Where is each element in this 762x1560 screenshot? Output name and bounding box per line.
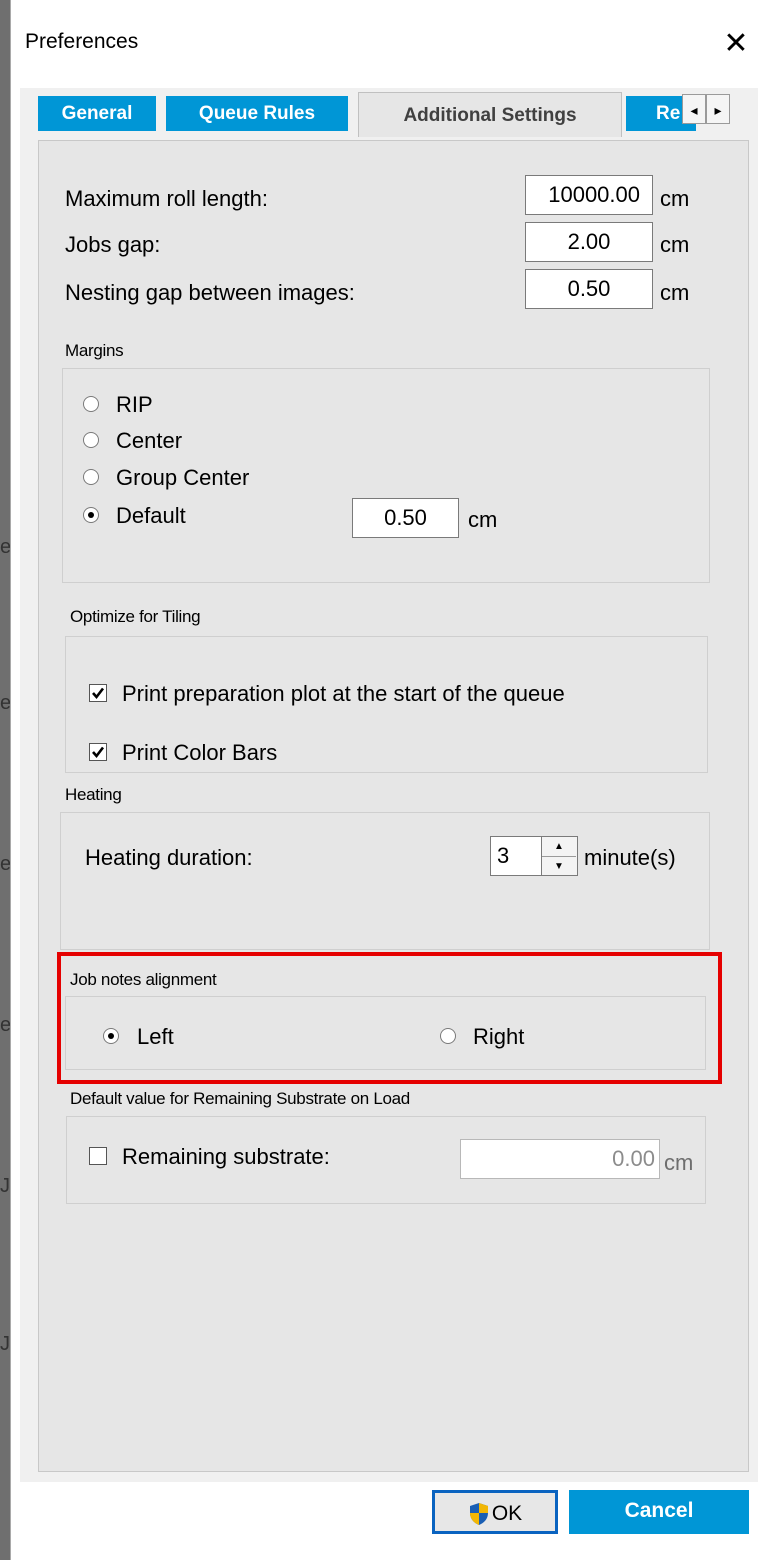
heating-group <box>60 812 710 950</box>
margins-default-radio[interactable] <box>83 507 99 523</box>
checkmark-icon <box>92 687 105 700</box>
nesting-gap-input[interactable]: 0.50 <box>525 269 653 309</box>
print-color-bars-label: Print Color Bars <box>122 740 278 765</box>
margins-rip-label: RIP <box>116 392 153 417</box>
heating-duration-label: Heating duration: <box>85 845 253 870</box>
close-icon: ✕ <box>723 27 749 60</box>
tab-general[interactable]: General <box>38 96 156 132</box>
nesting-gap-label: Nesting gap between images: <box>65 280 355 305</box>
tab-scroll-left-button[interactable]: ◂ <box>682 94 706 124</box>
margins-center-radio[interactable] <box>83 432 99 448</box>
jobs-gap-label: Jobs gap: <box>65 232 161 257</box>
ok-button-label: OK <box>491 1502 523 1525</box>
background-text: J <box>0 1333 10 1355</box>
jobs-gap-unit: cm <box>660 232 690 257</box>
max-roll-length-unit: cm <box>660 186 690 211</box>
heating-duration-unit: minute(s) <box>584 845 676 870</box>
remaining-substrate-unit: cm <box>664 1150 694 1175</box>
triangle-right-icon: ▸ <box>714 102 722 118</box>
remaining-substrate-group-title: Default value for Remaining Substrate on… <box>70 1089 410 1108</box>
dialog-title: Preferences <box>25 30 139 53</box>
shield-icon <box>469 1503 488 1526</box>
remaining-substrate-label: Remaining substrate: <box>122 1144 330 1169</box>
heating-duration-spinner: ▲ ▼ <box>542 836 578 876</box>
margins-default-label: Default <box>116 503 186 528</box>
max-roll-length-input[interactable]: 10000.00 <box>525 175 653 215</box>
margins-group-center-label: Group Center <box>116 465 250 490</box>
spin-down-button[interactable]: ▼ <box>542 857 576 876</box>
settings-area <box>38 140 749 1472</box>
margins-group-center-radio[interactable] <box>83 469 99 485</box>
close-button[interactable]: ✕ <box>718 26 754 62</box>
highlight-box <box>57 952 722 1084</box>
margins-default-unit: cm <box>468 507 498 532</box>
print-color-bars-checkbox[interactable] <box>89 743 107 761</box>
triangle-left-icon: ◂ <box>690 102 698 118</box>
margins-group-title: Margins <box>65 341 124 360</box>
tab-scroll-right-button[interactable]: ▸ <box>706 94 730 124</box>
print-preparation-plot-label: Print preparation plot at the start of t… <box>122 681 565 706</box>
heating-group-title: Heating <box>65 785 122 804</box>
nesting-gap-unit: cm <box>660 280 690 305</box>
max-roll-length-label: Maximum roll length: <box>65 186 268 211</box>
tiling-group-title: Optimize for Tiling <box>70 607 201 626</box>
ok-button[interactable]: OK <box>432 1490 558 1534</box>
background-window-edge <box>0 0 10 1560</box>
heating-duration-input[interactable]: 3 <box>490 836 542 876</box>
arrow-up-icon: ▲ <box>554 841 564 852</box>
print-preparation-plot-checkbox[interactable] <box>89 684 107 702</box>
remaining-substrate-checkbox[interactable] <box>89 1147 107 1165</box>
margins-rip-radio[interactable] <box>83 396 99 412</box>
background-text: J <box>0 1175 10 1197</box>
cancel-button[interactable]: Cancel <box>569 1490 749 1534</box>
spin-up-button[interactable]: ▲ <box>542 837 576 857</box>
tab-queue-rules[interactable]: Queue Rules <box>166 96 348 132</box>
tab-additional-settings[interactable]: Additional Settings <box>358 92 622 137</box>
remaining-substrate-input[interactable]: 0.00 <box>460 1139 660 1179</box>
jobs-gap-input[interactable]: 2.00 <box>525 222 653 262</box>
margins-default-input[interactable]: 0.50 <box>352 498 459 538</box>
margins-center-label: Center <box>116 428 183 453</box>
arrow-down-icon: ▼ <box>554 861 564 872</box>
checkmark-icon <box>92 746 105 759</box>
